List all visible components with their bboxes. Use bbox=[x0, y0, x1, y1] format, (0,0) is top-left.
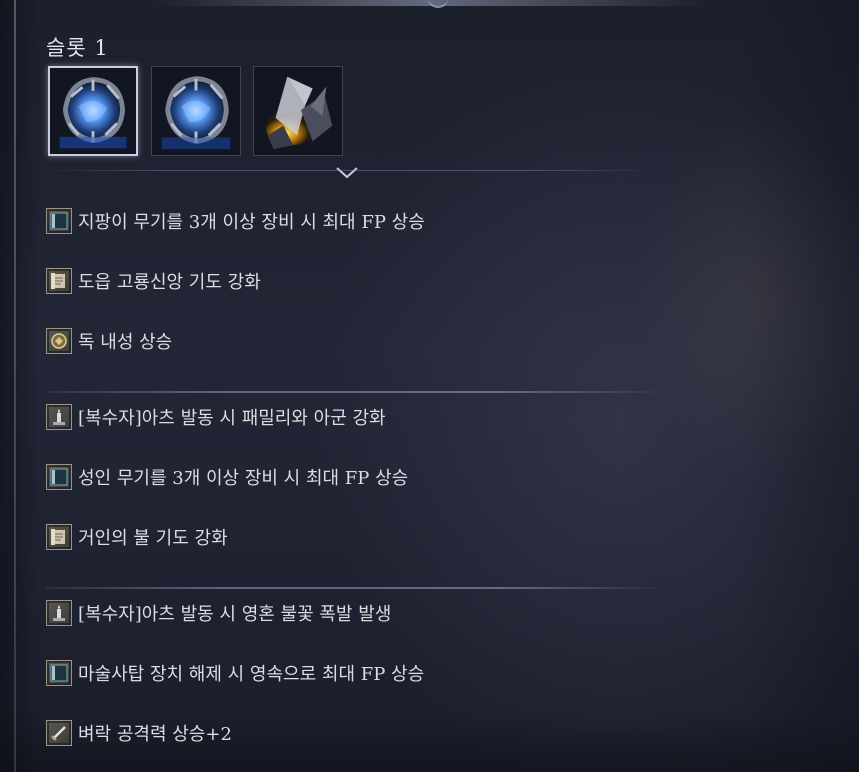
relic-effect-row: 거인의 불 기도 강화 bbox=[46, 523, 228, 551]
relic-effect-row: 마술사탑 장치 해제 시 영속으로 최대 FP 상승 bbox=[46, 659, 424, 687]
relic-effect-row: [복수자]아츠 발동 시 패밀리와 아군 강화 bbox=[46, 403, 386, 431]
effect-text: 벼락 공격력 상승+2 bbox=[78, 724, 232, 745]
effect-text: 독 내성 상승 bbox=[78, 332, 173, 353]
scroll-icon bbox=[46, 268, 72, 294]
effect-text: 도읍 고룡신앙 기도 강화 bbox=[78, 272, 261, 293]
slot-title: 슬롯 1 bbox=[46, 36, 109, 60]
sword-icon bbox=[46, 720, 72, 746]
effect-text: 지팡이 무기를 3개 이상 장비 시 최대 FP 상승 bbox=[78, 212, 425, 233]
effect-group-divider bbox=[46, 391, 656, 393]
effect-text: [복수자]아츠 발동 시 패밀리와 아군 강화 bbox=[78, 408, 386, 429]
relic-effect-row: 독 내성 상승 bbox=[46, 327, 172, 355]
ritual-candle-icon bbox=[46, 600, 72, 626]
top-ornament-icon bbox=[428, 0, 448, 8]
yellow-shard-crystal-icon bbox=[254, 67, 342, 155]
relic-effect-row: 성인 무기를 3개 이상 장비 시 최대 FP 상승 bbox=[46, 463, 408, 491]
expand-chevron-icon[interactable] bbox=[335, 166, 359, 180]
effect-text: 마술사탑 장치 해제 시 영속으로 최대 FP 상승 bbox=[78, 664, 425, 685]
blue-crystal-orb-icon bbox=[50, 68, 136, 154]
fp-bar-icon bbox=[46, 464, 72, 490]
blue-crystal-orb-icon bbox=[152, 67, 240, 155]
fp-bar-icon bbox=[46, 208, 72, 234]
relic-effect-row: [복수자]아츠 발동 시 영혼 불꽃 폭발 발생 bbox=[46, 599, 391, 627]
effect-group-divider bbox=[46, 587, 656, 589]
relic-effect-row: 도읍 고룡신앙 기도 강화 bbox=[46, 267, 261, 295]
effect-text: 거인의 불 기도 강화 bbox=[78, 528, 228, 549]
ritual-candle-icon bbox=[46, 404, 72, 430]
poison-resist-icon bbox=[46, 328, 72, 354]
fp-bar-icon bbox=[46, 660, 72, 686]
effect-text: 성인 무기를 3개 이상 장비 시 최대 FP 상승 bbox=[78, 468, 409, 489]
relic-gem-slot-3[interactable] bbox=[253, 66, 343, 156]
header-divider bbox=[46, 170, 656, 171]
relic-gem-slot-2[interactable] bbox=[151, 66, 241, 156]
scroll-icon bbox=[46, 524, 72, 550]
relic-effect-row: 지팡이 무기를 3개 이상 장비 시 최대 FP 상승 bbox=[46, 207, 425, 235]
panel-left-border bbox=[14, 0, 16, 772]
effect-text: [복수자]아츠 발동 시 영혼 불꽃 폭발 발생 bbox=[78, 604, 392, 625]
relic-gem-slot-1[interactable] bbox=[48, 66, 138, 156]
relic-effect-row: 벼락 공격력 상승+2 bbox=[46, 719, 232, 747]
